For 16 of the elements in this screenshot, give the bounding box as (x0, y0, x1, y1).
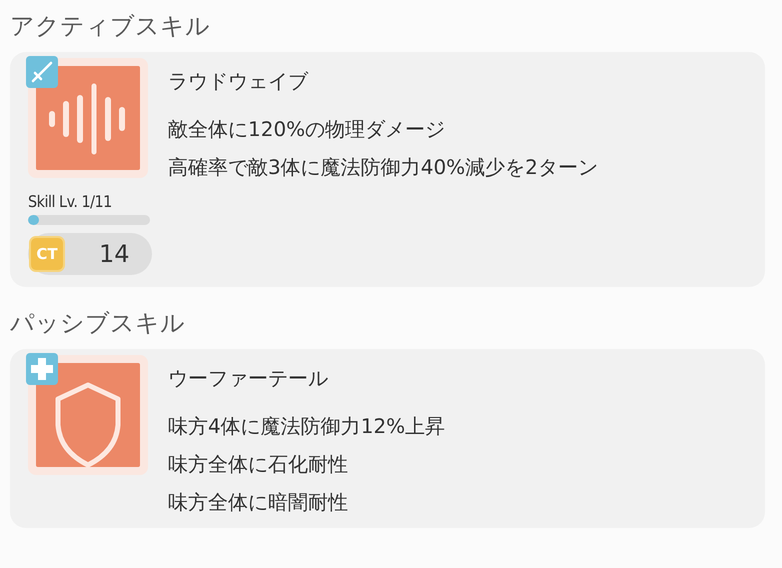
section-heading: アクティブスキル (10, 11, 211, 42)
skill-description: 味方全体に石化耐性 (168, 451, 349, 478)
sword-icon (26, 56, 58, 88)
cooldown-value: 14 (99, 240, 130, 268)
skill-description: 味方4体に魔法防御力12%上昇 (168, 413, 446, 440)
sound-wave-icon (28, 58, 148, 178)
plus-icon (26, 353, 58, 385)
skill-name: ウーファーテール (168, 365, 329, 392)
skill-name: ラウドウェイブ (168, 68, 310, 95)
skill-level-label: Skill Lv. 1/11 (28, 192, 113, 211)
ct-badge: CT (29, 236, 65, 272)
shield-icon (28, 355, 148, 475)
skill-description: 高確率で敵3体に魔法防御力40%減少を2ターン (168, 154, 598, 181)
section-heading: パッシブスキル (10, 308, 186, 339)
skill-description: 敵全体に120%の物理ダメージ (168, 116, 446, 143)
skill-description: 味方全体に暗闇耐性 (168, 489, 349, 516)
